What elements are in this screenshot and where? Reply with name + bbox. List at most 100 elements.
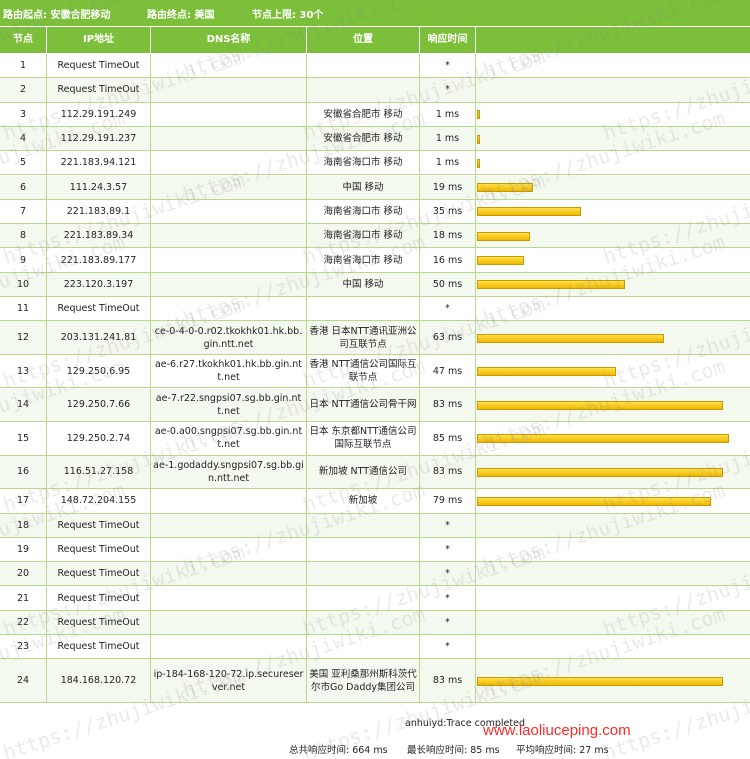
- hop-number: 15: [0, 422, 47, 455]
- hop-response-time: *: [420, 513, 476, 537]
- col-header-dns: DNS名称: [151, 27, 307, 53]
- hop-location: 日本 东京都NTT通信公司国际互联节点: [307, 422, 420, 455]
- hop-location: 中国 移动: [307, 272, 420, 296]
- hop-response-time: 18 ms: [420, 224, 476, 248]
- hop-location: [307, 562, 420, 586]
- table-row: 5 221.183.94.121 海南省海口市 移动 1 ms: [0, 151, 750, 176]
- hop-ip: Request TimeOut: [47, 78, 151, 102]
- hop-response-time: 83 ms: [420, 659, 476, 703]
- hop-dns: [151, 102, 307, 126]
- route-info-bar: 路由起点: 安徽合肥移动 路由终点: 美国 节点上限: 30个: [0, 0, 750, 26]
- hop-response-time: *: [420, 562, 476, 586]
- hop-location: 香港 日本NTT通讯亚洲公司互联节点: [307, 321, 420, 354]
- hop-number: 21: [0, 586, 47, 610]
- hop-response-time: 19 ms: [420, 175, 476, 199]
- hop-location: 安徽省合肥市 移动: [307, 102, 420, 126]
- hop-number: 19: [0, 537, 47, 562]
- route-end: 路由终点: 美国: [147, 10, 215, 21]
- hop-ip: 129.250.2.74: [47, 422, 151, 455]
- response-time-bar: [477, 496, 711, 506]
- hop-location: 中国 移动: [307, 175, 420, 199]
- hop-number: 11: [0, 297, 47, 321]
- hop-dns: [151, 635, 307, 659]
- hop-number: 5: [0, 151, 47, 175]
- hop-number: 4: [0, 126, 47, 151]
- table-row: 17 148.72.204.155 新加坡 79 ms: [0, 489, 750, 514]
- total-time: 总共响应时间: 664 ms: [289, 745, 388, 756]
- table-row: 4 112.29.191.237 安徽省合肥市 移动 1 ms: [0, 126, 750, 152]
- hop-location: 海南省海口市 移动: [307, 199, 420, 224]
- response-time-bar: [477, 183, 533, 193]
- hop-number: 18: [0, 513, 47, 537]
- hop-number: 22: [0, 610, 47, 635]
- hop-dns: [151, 272, 307, 296]
- hop-dns: [151, 175, 307, 199]
- hop-ip: Request TimeOut: [47, 513, 151, 537]
- node-limit: 节点上限: 30个: [252, 10, 324, 21]
- hop-ip: 221.183.89.1: [47, 199, 151, 224]
- hop-dns: [151, 562, 307, 586]
- table-row: 19 Request TimeOut *: [0, 537, 750, 563]
- table-row: 1 Request TimeOut *: [0, 54, 750, 79]
- hop-ip: 223.120.3.197: [47, 272, 151, 296]
- hop-number: 9: [0, 248, 47, 272]
- table-header: 节点 IP地址 DNS名称 位置 响应时间: [0, 27, 750, 53]
- hop-number: 10: [0, 272, 47, 296]
- hop-location: 安徽省合肥市 移动: [307, 126, 420, 151]
- max-time: 最长响应时间: 85 ms: [407, 745, 500, 756]
- hop-location: 海南省海口市 移动: [307, 151, 420, 175]
- table-row: 3 112.29.191.249 安徽省合肥市 移动 1 ms: [0, 102, 750, 127]
- hop-location: [307, 54, 420, 78]
- hop-ip: 148.72.204.155: [47, 489, 151, 513]
- hop-number: 14: [0, 388, 47, 422]
- col-header-node: 节点: [0, 27, 47, 53]
- hop-response-time: 79 ms: [420, 489, 476, 513]
- hop-location: [307, 586, 420, 610]
- hop-ip: 129.250.6.95: [47, 354, 151, 388]
- response-time-bar: [477, 110, 480, 120]
- table-row: 9 221.183.89.177 海南省海口市 移动 16 ms: [0, 248, 750, 273]
- hop-dns: ae-1.godaddy.sngpsi07.sg.bb.gin.ntt.net: [151, 455, 307, 489]
- hop-ip: 203.131.241.81: [47, 321, 151, 354]
- hop-ip: 116.51.27.158: [47, 455, 151, 489]
- col-header-response: 响应时间: [420, 27, 476, 53]
- hop-ip: 112.29.191.237: [47, 126, 151, 151]
- hop-number: 3: [0, 102, 47, 126]
- hop-number: 16: [0, 455, 47, 489]
- hop-ip: Request TimeOut: [47, 635, 151, 659]
- hop-number: 8: [0, 224, 47, 248]
- hop-number: 1: [0, 54, 47, 78]
- response-time-bar: [477, 400, 723, 410]
- table-row: 6 111.24.3.57 中国 移动 19 ms: [0, 175, 750, 200]
- response-time-bar: [477, 280, 625, 290]
- col-header-location: 位置: [307, 27, 420, 53]
- hop-location: 美国 亚利桑那州斯科茨代尔市Go Daddy集团公司: [307, 659, 420, 703]
- hop-ip: 221.183.89.34: [47, 224, 151, 248]
- hop-ip: Request TimeOut: [47, 537, 151, 562]
- hop-dns: [151, 126, 307, 151]
- hop-location: [307, 297, 420, 321]
- hop-ip: Request TimeOut: [47, 297, 151, 321]
- response-time-bar: [477, 207, 581, 217]
- hop-response-time: 63 ms: [420, 321, 476, 354]
- hop-location: 新加坡: [307, 489, 420, 513]
- hop-location: [307, 513, 420, 537]
- hop-response-time: *: [420, 635, 476, 659]
- hop-number: 20: [0, 562, 47, 586]
- hop-dns: [151, 513, 307, 537]
- hop-location: [307, 78, 420, 102]
- hop-response-time: *: [420, 610, 476, 635]
- hop-response-time: 1 ms: [420, 102, 476, 126]
- table-row: 8 221.183.89.34 海南省海口市 移动 18 ms: [0, 224, 750, 249]
- table-row: 20 Request TimeOut *: [0, 562, 750, 587]
- response-time-bar: [477, 158, 480, 168]
- col-header-ip: IP地址: [47, 27, 151, 53]
- trace-page: 路由起点: 安徽合肥移动 路由终点: 美国 节点上限: 30个 节点 IP地址 …: [0, 0, 750, 759]
- hop-response-time: 50 ms: [420, 272, 476, 296]
- hop-ip: Request TimeOut: [47, 610, 151, 635]
- hop-ip: 221.183.89.177: [47, 248, 151, 272]
- hop-dns: [151, 199, 307, 224]
- hop-response-time: 35 ms: [420, 199, 476, 224]
- hop-response-time: 16 ms: [420, 248, 476, 272]
- response-time-bar: [477, 676, 723, 686]
